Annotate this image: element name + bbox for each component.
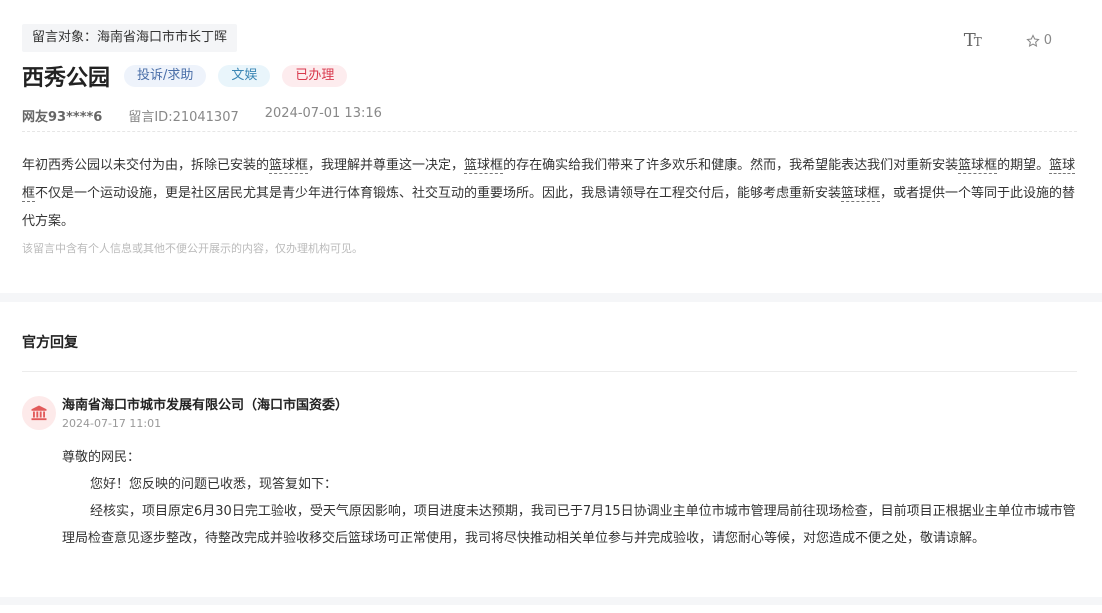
divider [22, 371, 1077, 372]
section-separator [0, 597, 1102, 605]
reply-organization: 海南省海口市城市发展有限公司（海口市国资委） [62, 398, 349, 413]
message-card: 留言对象：海南省海口市市长丁晖 TT 0 西秀公园 投诉/求助 文娱 已办理 网… [0, 0, 1102, 605]
reply-heading: 官方回复 [22, 335, 78, 351]
section-separator [0, 293, 1102, 302]
title-row: 西秀公园 投诉/求助 文娱 已办理 [22, 60, 359, 92]
star-icon [1025, 33, 1040, 47]
recipient-label: 留言对象：海南省海口市市长丁晖 [22, 24, 238, 52]
body-text: 不仅是一个运动设施，更是社区居民尤其是青少年进行体育锻炼、社交互动的重要场所。因… [35, 186, 842, 201]
message-datetime: 2024-07-01 13:16 [264, 106, 382, 121]
government-building-icon [31, 405, 47, 421]
keyword-link[interactable]: 篮球框 [269, 158, 309, 174]
reply-date: 2024-07-17 11:01 [62, 417, 162, 430]
tag-topic[interactable]: 文娱 [218, 65, 271, 87]
favorite-button[interactable]: 0 [1025, 33, 1052, 48]
official-reply-section: 官方回复 海南省海口市城市发展有限公司（海口市国资委） 2024-07-17 1… [0, 302, 1102, 605]
reply-salutation: 尊敬的网民： [62, 450, 141, 465]
toolbar: TT 0 [964, 30, 1052, 51]
reply-paragraph: 您好！您反映的问题已收悉，现答复如下： [90, 477, 338, 492]
tag-category[interactable]: 投诉/求助 [124, 65, 207, 87]
body-text: 的期望。 [997, 158, 1050, 173]
reply-paragraph: 经核实，项目原定6月30日完工验收，受天气原因影响，项目进度未达预期，我司已于7… [62, 504, 1076, 546]
keyword-link[interactable]: 篮球框 [464, 158, 504, 174]
status-badge: 已办理 [282, 65, 348, 87]
body-text: 年初西秀公园以未交付为由，拆除已安装的 [22, 158, 270, 173]
divider [22, 131, 1077, 132]
message-id: 留言ID:21041307 [128, 110, 239, 125]
keyword-link[interactable]: 篮球框 [841, 186, 881, 202]
message-meta: 网友93****6 留言ID:21041307 2024-07-01 13:16 [22, 106, 382, 125]
body-text: 的存在确实给我们带来了许多欢乐和健康。然而，我希望能表达我们对重新安装 [503, 158, 959, 173]
avatar [22, 396, 56, 430]
text-size-icon[interactable]: TT [964, 30, 982, 51]
page-title: 西秀公园 [22, 66, 111, 91]
privacy-notice: 该留言中含有个人信息或其他不便公开展示的内容，仅办理机构可见。 [22, 242, 363, 255]
body-text: ，我理解并尊重这一决定， [308, 158, 465, 173]
reply-body: 尊敬的网民： 您好！您反映的问题已收悉，现答复如下： 经核实，项目原定6月30日… [62, 444, 1078, 552]
author-name: 网友93****6 [22, 110, 103, 125]
message-body: 年初西秀公园以未交付为由，拆除已安装的篮球框，我理解并尊重这一决定，篮球框的存在… [22, 152, 1078, 236]
keyword-link[interactable]: 篮球框 [958, 158, 998, 174]
message-section: 留言对象：海南省海口市市长丁晖 TT 0 西秀公园 投诉/求助 文娱 已办理 网… [0, 0, 1102, 293]
favorite-count: 0 [1043, 33, 1052, 48]
